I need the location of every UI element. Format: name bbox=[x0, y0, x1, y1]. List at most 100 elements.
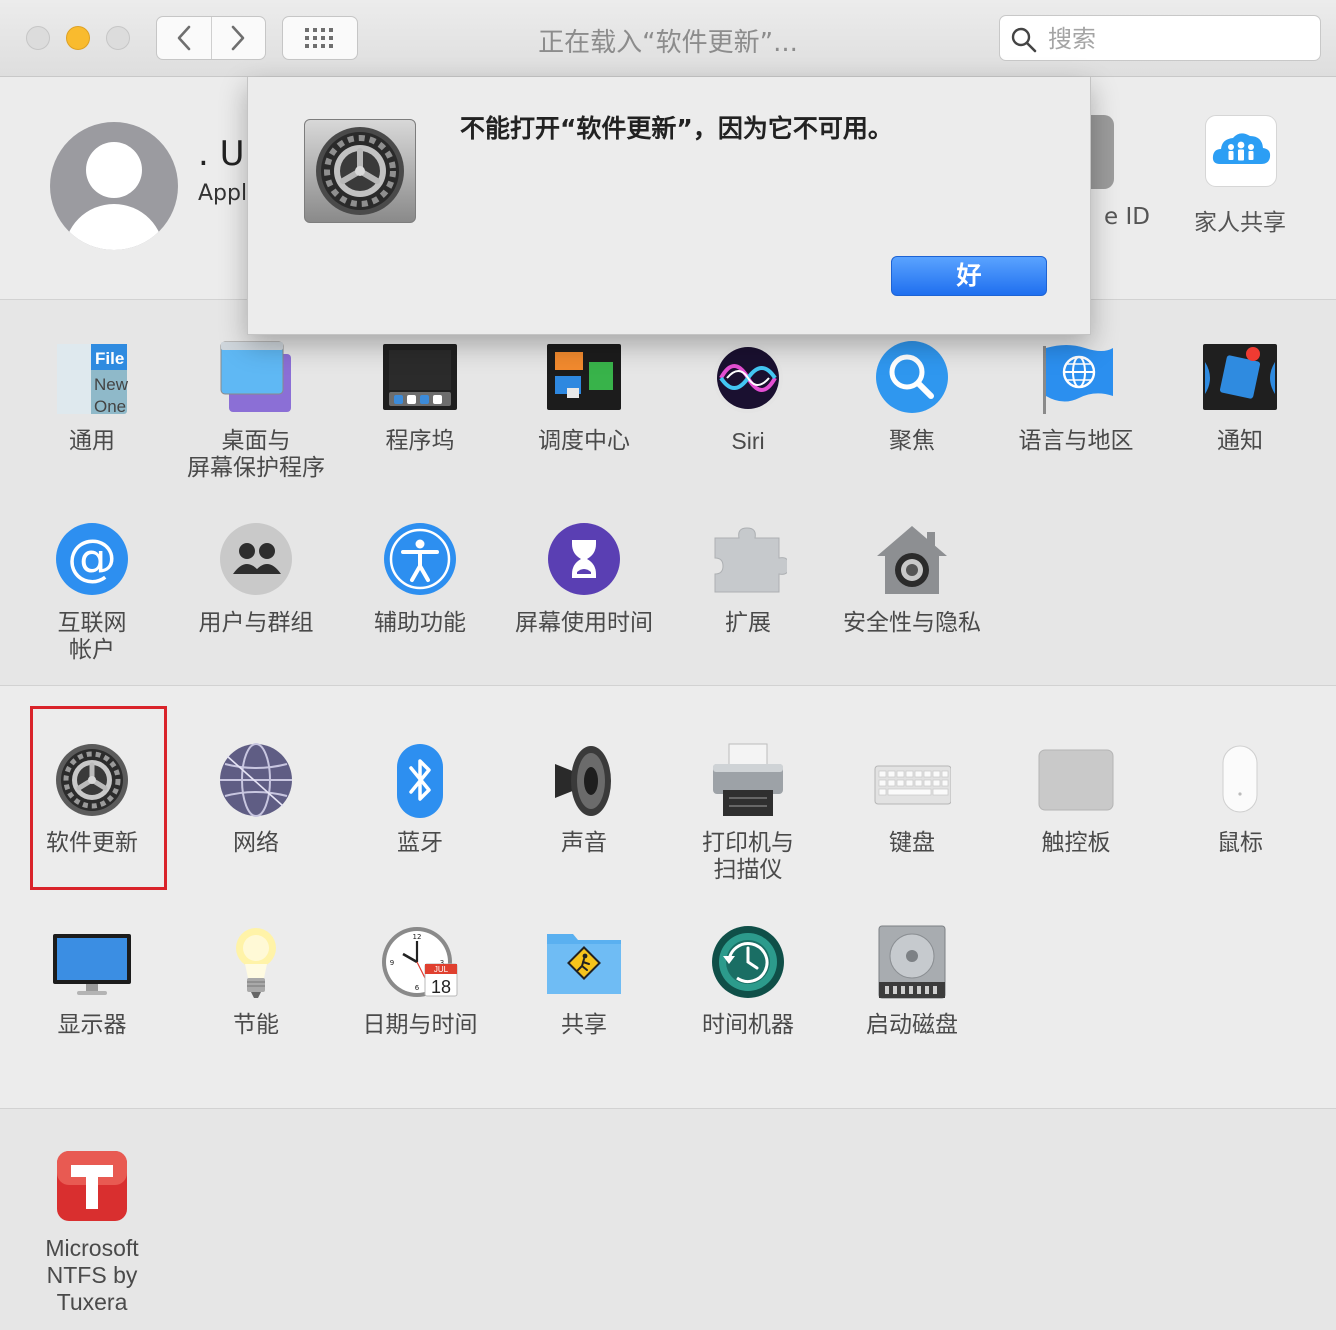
pane-printers-scanners[interactable]: 打印机与 扫描仪 bbox=[666, 742, 830, 884]
forward-button[interactable] bbox=[210, 17, 266, 59]
security-house-icon bbox=[877, 526, 947, 594]
pane-mouse[interactable]: 鼠标 bbox=[1158, 742, 1322, 857]
accessibility-icon bbox=[384, 523, 456, 595]
ok-button[interactable]: 好 bbox=[891, 256, 1047, 296]
pane-time-machine[interactable]: 时间机器 bbox=[666, 924, 830, 1039]
pane-users-groups[interactable]: 用户与群组 bbox=[174, 522, 338, 637]
hard-disk-icon bbox=[878, 925, 946, 999]
svg-text:File: File bbox=[95, 349, 124, 368]
pane-ntfs-tuxera[interactable]: Microsoft NTFS by Tuxera bbox=[10, 1147, 174, 1316]
bluetooth-icon bbox=[397, 744, 443, 818]
pane-spotlight[interactable]: 聚焦 bbox=[830, 340, 994, 455]
siri-icon bbox=[713, 343, 783, 413]
pane-label: 触控板 bbox=[1041, 830, 1111, 856]
hardware-preferences-section: 软件更新 网络 蓝牙 声音 打印机与 扫描仪 键盘 触控板 鼠标 显示器 节能 … bbox=[0, 686, 1336, 1109]
printer-icon bbox=[713, 743, 783, 816]
search-icon bbox=[1011, 27, 1037, 53]
error-alert-sheet: 不能打开“软件更新”，因为它不可用。 好 bbox=[247, 77, 1091, 335]
pane-sound[interactable]: 声音 bbox=[502, 742, 666, 857]
pane-label: 打印机与 扫描仪 bbox=[702, 830, 794, 883]
pane-network[interactable]: 网络 bbox=[174, 742, 338, 857]
pane-label: 辅助功能 bbox=[374, 610, 466, 636]
gear-icon bbox=[56, 744, 128, 816]
pane-bluetooth[interactable]: 蓝牙 bbox=[338, 742, 502, 857]
user-avatar[interactable] bbox=[50, 122, 178, 250]
family-sharing-label[interactable]: 家人共享 bbox=[1170, 203, 1310, 237]
pane-notifications[interactable]: 通知 bbox=[1158, 340, 1322, 455]
pane-label: 调度中心 bbox=[538, 428, 630, 454]
toolbar: 正在载入“软件更新”... bbox=[0, 0, 1336, 77]
pane-label: 共享 bbox=[561, 1012, 607, 1038]
svg-text:New: New bbox=[94, 375, 129, 394]
pane-sharing[interactable]: 共享 bbox=[502, 924, 666, 1039]
pane-label: 扩展 bbox=[725, 610, 771, 636]
zoom-window-button[interactable] bbox=[106, 26, 130, 50]
pane-label: 语言与地区 bbox=[1018, 428, 1134, 454]
pane-desktop-screensaver[interactable]: 桌面与 屏幕保护程序 bbox=[174, 340, 338, 482]
time-machine-icon bbox=[712, 926, 784, 998]
search-input[interactable] bbox=[1046, 22, 1310, 56]
mouse-icon bbox=[1222, 745, 1258, 813]
pane-mission-control[interactable]: 调度中心 bbox=[502, 340, 666, 455]
show-all-button[interactable] bbox=[282, 16, 358, 60]
dock-icon bbox=[383, 344, 457, 410]
pane-label: Microsoft NTFS by Tuxera bbox=[45, 1235, 139, 1315]
pane-software-update[interactable]: 软件更新 bbox=[10, 742, 174, 857]
pane-label: 蓝牙 bbox=[397, 830, 443, 856]
pane-label: 安全性与隐私 bbox=[843, 610, 981, 636]
grid-icon bbox=[305, 28, 333, 48]
back-button[interactable] bbox=[157, 17, 211, 59]
pane-trackpad[interactable]: 触控板 bbox=[994, 742, 1158, 857]
search-field[interactable] bbox=[999, 15, 1321, 61]
pane-security-privacy[interactable]: 安全性与隐私 bbox=[830, 522, 994, 637]
pane-accessibility[interactable]: 辅助功能 bbox=[338, 522, 502, 637]
chevron-right-icon bbox=[231, 25, 245, 51]
pane-dock[interactable]: 程序坞 bbox=[338, 340, 502, 455]
pane-label: 网络 bbox=[233, 830, 279, 856]
pane-label: 用户与群组 bbox=[198, 610, 314, 636]
pane-screen-time[interactable]: 屏幕使用时间 bbox=[502, 522, 666, 637]
pane-label: 桌面与 屏幕保护程序 bbox=[187, 428, 325, 481]
users-groups-icon bbox=[220, 523, 292, 595]
pane-label: 屏幕使用时间 bbox=[515, 610, 653, 636]
pane-energy-saver[interactable]: 节能 bbox=[174, 924, 338, 1039]
svg-text:9: 9 bbox=[390, 959, 394, 967]
keyboard-icon bbox=[874, 765, 952, 805]
pane-siri[interactable]: Siri bbox=[666, 340, 830, 455]
alert-message: 不能打开“软件更新”，因为它不可用。 bbox=[460, 114, 893, 143]
svg-text:12: 12 bbox=[413, 933, 422, 941]
notifications-icon bbox=[1203, 344, 1277, 410]
chevron-left-icon bbox=[177, 25, 191, 51]
pane-extensions[interactable]: 扩展 bbox=[666, 522, 830, 637]
pane-label: 程序坞 bbox=[385, 428, 455, 454]
close-window-button[interactable] bbox=[26, 26, 50, 50]
svg-text:One: One bbox=[94, 397, 126, 416]
pane-language-region[interactable]: 语言与地区 bbox=[994, 340, 1158, 455]
minimize-window-button[interactable] bbox=[66, 26, 90, 50]
alert-gear-icon bbox=[304, 119, 416, 223]
clock-calendar-icon: 12369 JUL 18 bbox=[382, 927, 458, 997]
pane-label: 启动磁盘 bbox=[866, 1012, 958, 1038]
pane-label: 节能 bbox=[233, 1012, 279, 1038]
family-sharing-icon[interactable] bbox=[1205, 115, 1277, 187]
svg-text:@: @ bbox=[67, 529, 117, 587]
pane-label: 通知 bbox=[1217, 428, 1263, 454]
pane-label: 互联网 帐户 bbox=[57, 610, 127, 663]
pane-displays[interactable]: 显示器 bbox=[10, 924, 174, 1039]
pane-label: 通用 bbox=[69, 428, 115, 454]
pane-label: 软件更新 bbox=[46, 830, 138, 856]
pane-startup-disk[interactable]: 启动磁盘 bbox=[830, 924, 994, 1039]
pane-date-time[interactable]: 12 3 6 9 JUL 18 日期与时间 bbox=[338, 924, 502, 1039]
pane-internet-accounts[interactable]: @ 互联网 帐户 bbox=[10, 522, 174, 664]
general-icon: File New One bbox=[57, 344, 129, 416]
display-icon bbox=[53, 934, 131, 995]
network-globe-icon bbox=[220, 743, 292, 817]
pane-general[interactable]: File New One 通用 bbox=[10, 340, 174, 455]
lightbulb-icon bbox=[236, 928, 276, 998]
desktop-screensaver-icon bbox=[220, 341, 291, 412]
pane-label: 聚焦 bbox=[889, 428, 935, 454]
svg-text:JUL: JUL bbox=[434, 965, 449, 974]
pane-keyboard[interactable]: 键盘 bbox=[830, 742, 994, 857]
other-preferences-section: Microsoft NTFS by Tuxera bbox=[0, 1109, 1336, 1330]
language-region-icon bbox=[1043, 345, 1113, 414]
